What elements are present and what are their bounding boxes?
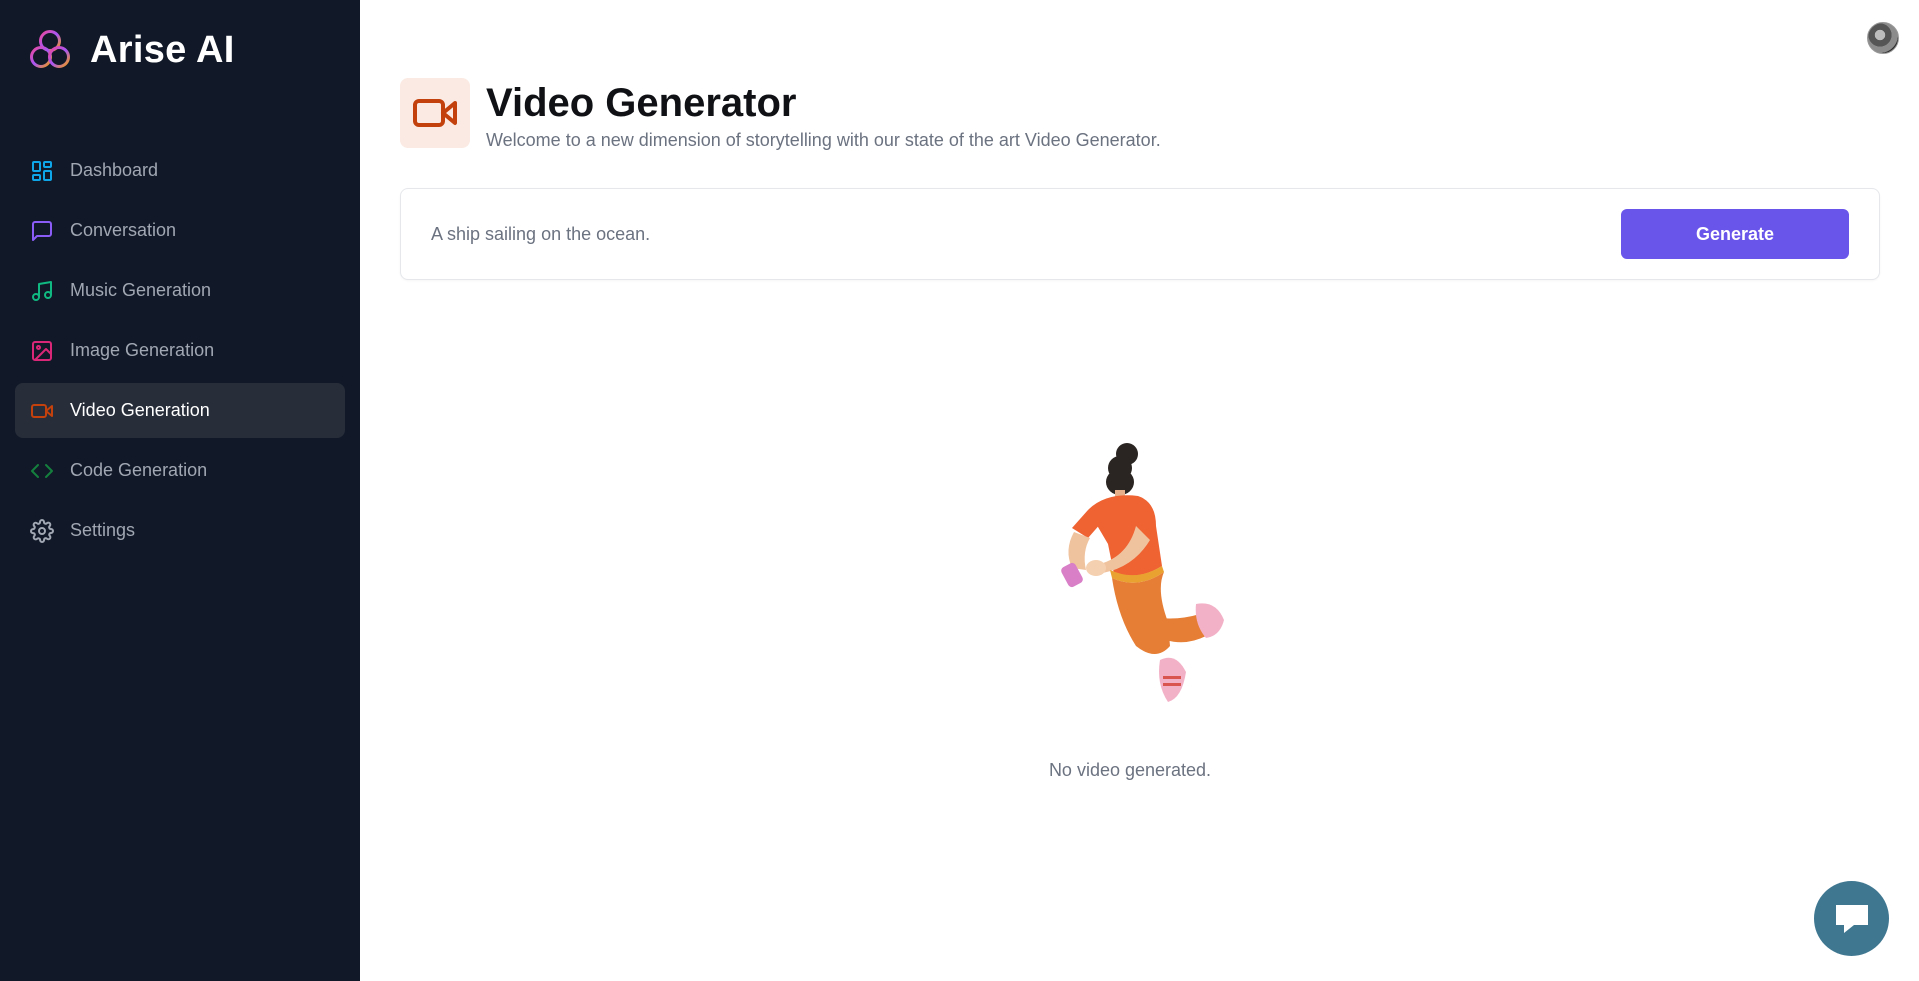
sidebar-item-music-generation[interactable]: Music Generation bbox=[15, 263, 345, 318]
sidebar-item-code-generation[interactable]: Code Generation bbox=[15, 443, 345, 498]
prompt-form: Generate bbox=[400, 188, 1880, 280]
code-icon bbox=[30, 459, 54, 483]
sidebar-item-label: Dashboard bbox=[70, 160, 159, 180]
sidebar: Arise AI Dashboard Conversation Music Ge… bbox=[0, 0, 360, 981]
sidebar-item-label: Settings bbox=[70, 520, 136, 540]
sidebar-item-label: Code Generation bbox=[70, 460, 208, 480]
empty-state: No video generated. bbox=[1000, 440, 1260, 781]
message-square-icon bbox=[30, 219, 54, 243]
sidebar-item-label: Music Generation bbox=[70, 280, 212, 300]
app-logo[interactable]: Arise AI bbox=[29, 28, 235, 72]
music-icon bbox=[30, 279, 54, 303]
chat-support-button[interactable] bbox=[1814, 881, 1889, 956]
sidebar-item-conversation[interactable]: Conversation bbox=[15, 203, 345, 258]
app-name: Arise AI bbox=[90, 28, 235, 71]
dashboard-icon bbox=[30, 159, 54, 183]
generate-button[interactable]: Generate bbox=[1621, 209, 1849, 259]
video-icon bbox=[30, 399, 54, 423]
sidebar-item-image-generation[interactable]: Image Generation bbox=[15, 323, 345, 378]
main-content: Video Generator Welcome to a new dimensi… bbox=[360, 0, 1919, 981]
image-icon bbox=[30, 339, 54, 363]
sidebar-item-settings[interactable]: Settings bbox=[15, 503, 345, 558]
empty-state-illustration bbox=[1061, 443, 1224, 702]
sidebar-item-label: Video Generation bbox=[70, 400, 210, 420]
sidebar-item-label: Image Generation bbox=[70, 340, 215, 360]
page-subtitle: Welcome to a new dimension of storytelli… bbox=[486, 130, 1161, 150]
logo-icon bbox=[30, 30, 70, 68]
video-icon bbox=[413, 99, 457, 127]
page-header: Video Generator Welcome to a new dimensi… bbox=[400, 78, 1161, 151]
sidebar-item-label: Conversation bbox=[70, 220, 177, 240]
sidebar-nav: Dashboard Conversation Music Generation … bbox=[15, 143, 345, 563]
header-video-icon-container bbox=[400, 78, 470, 148]
user-avatar[interactable] bbox=[1867, 22, 1899, 54]
sidebar-item-dashboard[interactable]: Dashboard bbox=[15, 143, 345, 198]
empty-state-text: No video generated. bbox=[1048, 760, 1212, 780]
prompt-input[interactable] bbox=[431, 218, 1531, 250]
sidebar-item-video-generation[interactable]: Video Generation bbox=[15, 383, 345, 438]
chat-icon bbox=[1835, 904, 1868, 933]
gear-icon bbox=[30, 518, 54, 543]
page-title: Video Generator bbox=[486, 81, 797, 125]
